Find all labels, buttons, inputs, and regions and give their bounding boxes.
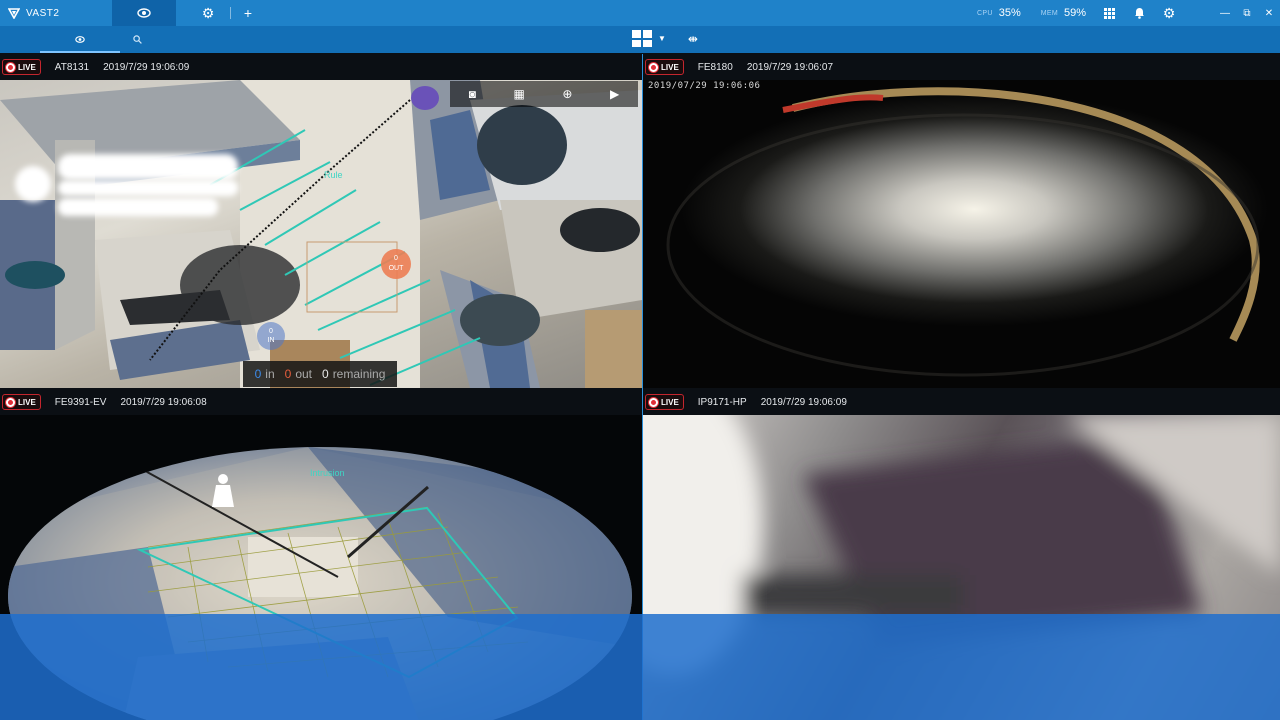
cpu-value: 35% bbox=[998, 7, 1021, 19]
out-count: 0 bbox=[284, 367, 292, 381]
out-label: out bbox=[295, 367, 312, 381]
eye-icon bbox=[137, 8, 151, 18]
notifications-button[interactable] bbox=[1124, 0, 1154, 26]
live-badge: LIVE bbox=[645, 59, 684, 75]
apps-button[interactable] bbox=[1094, 0, 1124, 26]
video-feed bbox=[0, 80, 642, 388]
camera-name: FE9391-EV bbox=[54, 396, 107, 408]
live-badge: LIVE bbox=[2, 394, 41, 410]
camera-view-1[interactable]: LIVE AT8131 2019/7/29 19:06:09 Rule 0 OU… bbox=[0, 54, 642, 388]
mem-value: 59% bbox=[1063, 7, 1086, 19]
camera-name: IP9171-HP bbox=[697, 396, 747, 408]
in-count: 0 bbox=[254, 367, 262, 381]
close-icon: ✕ bbox=[1264, 7, 1274, 19]
mem-label: MEM bbox=[1040, 9, 1058, 17]
eye-icon bbox=[75, 36, 86, 43]
add-tab-button[interactable]: + bbox=[237, 0, 259, 26]
camera-timestamp: 2019/7/29 19:06:09 bbox=[103, 61, 190, 73]
camera-timestamp: 2019/7/29 19:06:09 bbox=[760, 396, 847, 408]
view-tabs bbox=[0, 26, 160, 53]
in-label: in bbox=[265, 367, 275, 381]
video-osd-timestamp: 2019/07/29 19:06:06 bbox=[648, 81, 761, 91]
camera-header: LIVE IP9171-HP 2019/7/29 19:06:09 bbox=[643, 389, 1280, 415]
app-title: VAST2 bbox=[26, 7, 60, 19]
plus-icon: + bbox=[243, 5, 253, 21]
active-tab-indicator bbox=[40, 51, 120, 53]
privacy-mask bbox=[58, 154, 238, 180]
people-count-summary: 0 in 0 out 0 remaining bbox=[243, 361, 397, 387]
in-counter-badge: 0 IN bbox=[257, 322, 285, 350]
tab-settings[interactable]: ⚙ bbox=[192, 0, 224, 26]
system-settings-button[interactable]: ⚙ bbox=[1154, 0, 1184, 26]
office-scene bbox=[0, 80, 642, 388]
camera-view-2[interactable]: LIVE FE8180 2019/7/29 19:06:07 2019/07/2… bbox=[643, 54, 1280, 388]
intrusion-rule-label: Intrusion bbox=[310, 468, 345, 478]
camera-icon[interactable]: ◙ bbox=[469, 87, 476, 101]
window-controls: ⚙ — ⧉ ✕ bbox=[1094, 0, 1280, 26]
live-badge: LIVE bbox=[2, 59, 41, 75]
gear-icon: ⚙ bbox=[1162, 4, 1176, 21]
camera-timestamp: 2019/7/29 19:06:08 bbox=[120, 396, 207, 408]
out-counter-badge: 0 OUT bbox=[381, 249, 411, 279]
camera-name: FE8180 bbox=[697, 61, 733, 73]
camera-header: LIVE AT8131 2019/7/29 19:06:09 bbox=[0, 54, 642, 80]
rule-label: Rule bbox=[324, 170, 343, 180]
camera-overlay-toolbar: ◙ ▦ ⊕ ▶ bbox=[450, 81, 638, 107]
privacy-mask bbox=[58, 198, 218, 216]
overlay-band bbox=[0, 614, 1280, 720]
tab-live-view[interactable] bbox=[112, 0, 176, 26]
chevron-down-icon: ▼ bbox=[658, 34, 666, 43]
camera-header: LIVE FE9391-EV 2019/7/29 19:06:08 bbox=[0, 389, 642, 415]
layout-icon[interactable]: ▦ bbox=[514, 87, 525, 101]
privacy-mask bbox=[58, 180, 238, 196]
search-icon bbox=[133, 35, 143, 44]
system-stats: CPU 35% MEM 59% bbox=[977, 0, 1100, 26]
view-toolbar: ▼ ⇼ bbox=[0, 26, 1280, 53]
app-title-bar: VAST2 ⚙ + CPU 35% MEM 59% ⚙ — ⧉ ✕ bbox=[0, 0, 1280, 26]
close-button[interactable]: ✕ bbox=[1258, 0, 1280, 26]
sequence-icon[interactable]: ⇼ bbox=[688, 32, 698, 46]
camera-timestamp: 2019/7/29 19:06:07 bbox=[746, 61, 834, 73]
remaining-count: 0 bbox=[322, 367, 329, 381]
live-badge: LIVE bbox=[645, 394, 684, 410]
zoom-icon[interactable]: ⊕ bbox=[562, 87, 572, 101]
bell-icon bbox=[1134, 8, 1144, 19]
camera-name: AT8131 bbox=[54, 61, 90, 73]
camera-header: LIVE FE8180 2019/7/29 19:06:07 bbox=[643, 54, 1280, 80]
tab-live-cameras[interactable] bbox=[45, 26, 116, 53]
video-feed bbox=[643, 80, 1280, 388]
vast-logo-icon bbox=[8, 8, 20, 19]
divider bbox=[230, 7, 231, 19]
remaining-label: remaining bbox=[332, 367, 386, 381]
privacy-mask bbox=[15, 166, 51, 202]
lens-dome bbox=[666, 87, 1260, 377]
minimize-icon: — bbox=[1220, 7, 1230, 19]
minimize-button[interactable]: — bbox=[1214, 0, 1236, 26]
grid-layout-icon bbox=[632, 30, 652, 47]
cpu-label: CPU bbox=[977, 9, 993, 17]
brand: VAST2 bbox=[0, 0, 112, 26]
layout-selector[interactable]: ▼ ⇼ bbox=[632, 30, 698, 47]
restore-button[interactable]: ⧉ bbox=[1236, 0, 1258, 26]
apps-grid-icon bbox=[1103, 7, 1115, 19]
play-icon[interactable]: ▶ bbox=[610, 87, 619, 101]
restore-icon: ⧉ bbox=[1243, 7, 1251, 19]
tab-search[interactable] bbox=[116, 26, 160, 53]
gear-icon: ⚙ bbox=[201, 4, 215, 21]
